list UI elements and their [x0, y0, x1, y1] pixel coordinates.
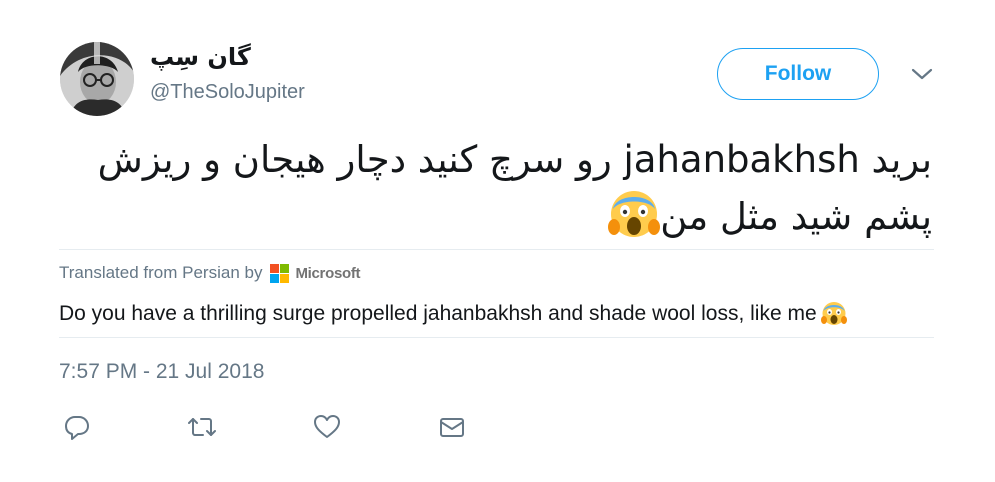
- translation-text-row: Do you have a thrilling surge propelled …: [59, 300, 847, 326]
- divider: [59, 249, 934, 250]
- profile-photo-icon: [60, 42, 134, 116]
- retweet-icon[interactable]: [188, 413, 216, 441]
- avatar[interactable]: [60, 42, 134, 116]
- translation-provider[interactable]: Microsoft: [295, 265, 360, 282]
- chevron-down-icon[interactable]: [911, 66, 933, 82]
- translation-label: Translated from Persian by: [59, 263, 263, 282]
- message-icon[interactable]: [438, 413, 466, 441]
- translation-text: Do you have a thrilling surge propelled …: [59, 302, 817, 325]
- microsoft-logo-icon: [270, 263, 290, 283]
- user-handle[interactable]: @TheSoloJupiter: [150, 81, 305, 104]
- timestamp[interactable]: 7:57 PM - 21 Jul 2018: [59, 360, 264, 384]
- tweet-text: برید jahanbakhsh رو سرچ کنید دچار هیجان …: [60, 133, 932, 244]
- divider: [59, 337, 934, 338]
- face-screaming-in-fear-icon: [608, 187, 661, 239]
- like-icon[interactable]: [313, 413, 341, 441]
- translation-attribution: Translated from Persian by Microsoft: [59, 263, 361, 283]
- reply-icon[interactable]: [63, 413, 91, 441]
- face-screaming-in-fear-icon: [820, 300, 847, 326]
- follow-button[interactable]: Follow: [717, 48, 879, 100]
- tweet-body: برید jahanbakhsh رو سرچ کنید دچار هیجان …: [97, 138, 932, 238]
- user-name[interactable]: گان سِپ: [150, 43, 251, 71]
